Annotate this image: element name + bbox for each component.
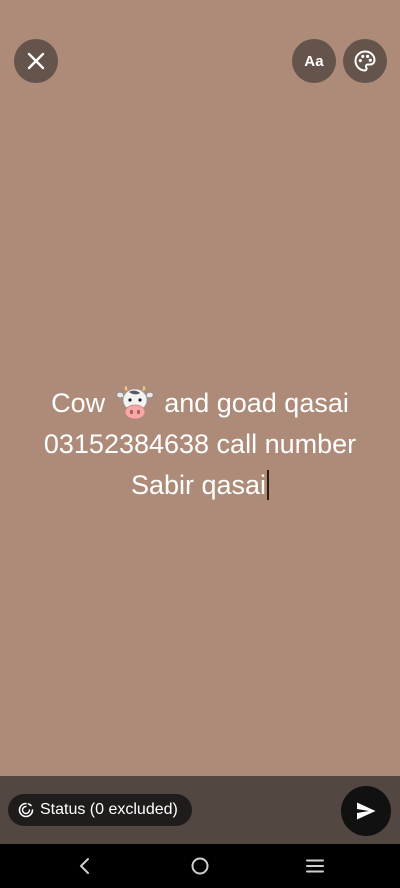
system-navigation-bar: [0, 844, 400, 888]
background-color-button[interactable]: [343, 39, 387, 83]
status-text-line-1: Cow and goad qasai: [0, 383, 400, 424]
recents-lines-icon: [306, 859, 324, 873]
text-cursor: [267, 470, 270, 500]
font-style-button[interactable]: Aa: [292, 39, 336, 83]
send-button[interactable]: [341, 786, 391, 836]
status-text-composer: Aa Cow and goad qasai 03152384638 call n…: [0, 0, 400, 888]
status-bottom-bar: Status (0 excluded): [0, 776, 400, 844]
home-circle-icon: [191, 857, 209, 875]
cow-face-icon: [116, 386, 154, 420]
status-audience-button[interactable]: Status (0 excluded): [8, 794, 192, 826]
status-audience-label: Status (0 excluded): [40, 801, 178, 818]
close-icon: [27, 52, 45, 70]
font-style-label: Aa: [304, 52, 324, 70]
nav-back-button[interactable]: [73, 854, 97, 878]
nav-home-button[interactable]: [188, 854, 212, 878]
status-text-input[interactable]: Cow and goad qasai 03152384638 call numb…: [0, 383, 400, 506]
status-text-line-2: 03152384638 call number: [43, 429, 357, 459]
send-icon: [357, 802, 376, 820]
status-ring-icon: [18, 802, 34, 818]
palette-icon: [354, 50, 376, 72]
status-text-line-3: Sabir qasai: [0, 465, 400, 506]
back-chevron-icon: [80, 858, 89, 874]
close-button[interactable]: [14, 39, 58, 83]
nav-recents-button[interactable]: [303, 854, 327, 878]
